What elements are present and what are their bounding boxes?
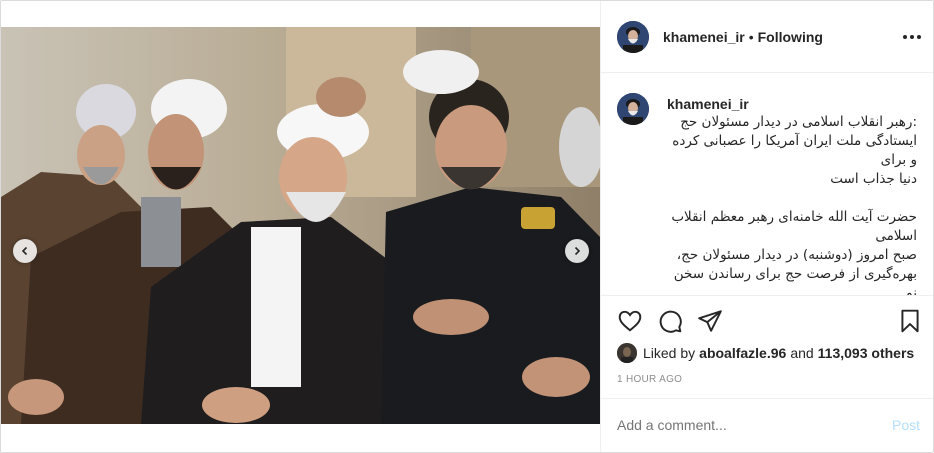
ellipsis-icon (903, 35, 907, 39)
caption-body: khamenei_ir :رهبر انقلاب اسلامی در دیدار… (667, 93, 917, 295)
paper-plane-icon[interactable] (697, 308, 723, 334)
post-comment-button[interactable]: Post (892, 417, 920, 433)
likes-prefix: Liked by (643, 345, 696, 361)
likes-count[interactable]: 113,093 others (818, 345, 915, 361)
post-side-panel: khamenei_ir • Following khamenei_ir:رهب… (600, 1, 933, 452)
chevron-left-icon (21, 246, 28, 256)
comment-input[interactable] (617, 417, 867, 433)
action-bar (601, 295, 933, 345)
caption: khamenei_ir :رهبر انقلاب اسلامی در دیدار… (617, 93, 920, 295)
author-username[interactable]: khamenei_ir (663, 29, 745, 45)
likes-connector: and (790, 345, 814, 361)
liker-avatar[interactable] (617, 343, 637, 363)
caption-username[interactable]: khamenei_ir (667, 96, 917, 112)
avatar-image (617, 343, 637, 363)
heart-icon[interactable] (617, 308, 643, 334)
author-avatar[interactable] (617, 20, 649, 53)
post-header: khamenei_ir • Following (601, 1, 933, 73)
avatar-image (617, 20, 649, 53)
post-photo[interactable] (1, 27, 600, 424)
ellipsis-icon (910, 35, 914, 39)
comments-area[interactable]: khamenei_ir :رهبر انقلاب اسلامی در دیدار… (601, 73, 933, 295)
header-separator: • (748, 28, 754, 45)
carousel-prev-button[interactable] (13, 239, 37, 263)
comment-icon[interactable] (657, 308, 683, 334)
avatar-image (617, 93, 649, 125)
chevron-right-icon (574, 246, 581, 256)
carousel-next-button[interactable] (565, 239, 589, 263)
following-button[interactable]: Following (758, 29, 823, 45)
caption-avatar[interactable] (617, 93, 649, 125)
instagram-post: khamenei_ir • Following khamenei_ir:رهب… (0, 0, 934, 453)
post-photo-image (1, 27, 600, 424)
ellipsis-icon (917, 35, 921, 39)
liker-username[interactable]: aboalfazle.96 (699, 345, 786, 361)
likes-summary: Liked by aboalfazle.96 and 113,093 other… (617, 342, 918, 364)
caption-text: :رهبر انقلاب اسلامی در دیدار مسئولان حج … (671, 114, 917, 295)
add-comment-box: Post (601, 398, 933, 452)
bookmark-icon[interactable] (897, 308, 923, 334)
more-options-button[interactable] (902, 27, 922, 47)
post-timestamp[interactable]: 1 HOUR AGO (617, 374, 682, 385)
